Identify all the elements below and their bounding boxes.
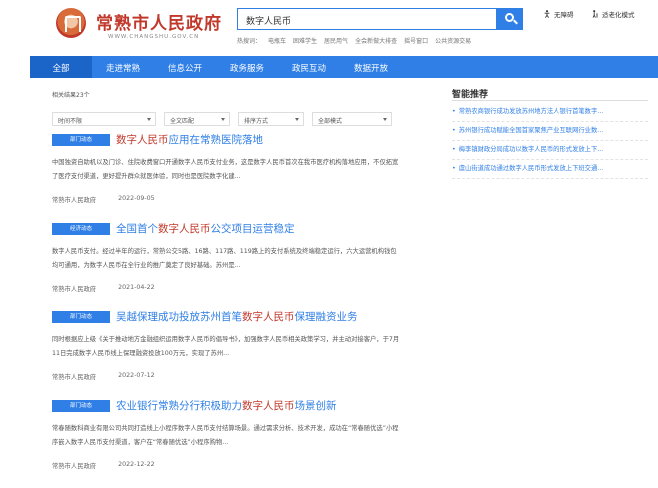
- chevron-down-icon: [295, 118, 299, 121]
- accessibility-label: 无障碍: [554, 11, 574, 19]
- result-meta: 常熟市人民政府 2022-09-05: [52, 195, 155, 204]
- result-meta: 常熟市人民政府 2021-04-22: [52, 284, 155, 293]
- chevron-down-icon: [147, 118, 151, 121]
- nav-item-gov-services[interactable]: 政务服务: [216, 56, 278, 78]
- accessibility-icon: [544, 10, 550, 18]
- nav-item-info-disclosure[interactable]: 信息公开: [154, 56, 216, 78]
- site-title[interactable]: 常熟市人民政府: [96, 9, 222, 34]
- recommend-item[interactable]: 梅李镇财政分局成功以数字人民币的形式发放上下...: [452, 144, 648, 160]
- nav-item-about[interactable]: 走进常熟: [92, 56, 154, 78]
- category-tag[interactable]: 部门动态: [52, 311, 110, 323]
- recommend-item[interactable]: 常熟农商银行成功发放苏州地方法人银行首笔数字...: [452, 106, 648, 122]
- result-meta: 常熟市人民政府 2022-12-22: [52, 461, 155, 470]
- result-summary: 同时根据应上级《关于推动地方金融组织运用数字人民币的倡导书》，加强数字人民币相关…: [52, 336, 400, 357]
- elder-mode-icon: [592, 10, 598, 18]
- result-title[interactable]: 吴越保理成功投放苏州首笔数字人民币保理融资业务: [116, 309, 358, 324]
- result-count: 相关结果23个: [52, 92, 90, 99]
- main-nav: 全部 走进常熟 信息公开 政务服务 政民互动 数据开放: [30, 56, 658, 78]
- result-meta: 常熟市人民政府 2022-07-12: [52, 372, 155, 381]
- result-source: 常熟市人民政府: [52, 463, 97, 470]
- accessibility-button[interactable]: 无障碍: [543, 9, 574, 19]
- elder-mode-button[interactable]: 适老化模式: [591, 9, 635, 19]
- sort-filter-select[interactable]: 排序方式: [238, 112, 304, 126]
- time-filter-select[interactable]: 时间不限: [52, 112, 156, 126]
- hot-search-label: 热搜词：: [237, 38, 262, 45]
- recommend-title: 智能推荐: [452, 90, 489, 100]
- recommend-item[interactable]: 虞山街道成功通过数字人民币形式发放上下班交通...: [452, 163, 648, 179]
- hot-word[interactable]: 电瓶车: [268, 36, 286, 45]
- result-summary: 数字人民币支付。经过半年的运行，常熟公交5路、16路、117路、119路上的支付…: [52, 248, 397, 269]
- hot-word[interactable]: 困难学生: [293, 36, 317, 45]
- nav-item-open-data[interactable]: 数据开放: [340, 56, 402, 78]
- result-source: 常熟市人民政府: [52, 197, 97, 204]
- search-input[interactable]: 数字人民币: [237, 8, 497, 30]
- result-date: 2022-07-12: [118, 372, 155, 379]
- result-summary: 中国独资自助机以及门诊、住院收费窗口开通数字人民币支付业务，这是数字人民币首次在…: [52, 159, 399, 180]
- result-source: 常熟市人民政府: [52, 374, 97, 381]
- hot-word[interactable]: 全会新做大排查: [355, 36, 397, 45]
- nav-item-interaction[interactable]: 政民互动: [278, 56, 340, 78]
- mode-filter-select[interactable]: 全部模式: [312, 112, 392, 126]
- result-title[interactable]: 农业银行常熟分行积极助力数字人民币场景创新: [116, 398, 337, 413]
- match-filter-select[interactable]: 全文匹配: [164, 112, 230, 126]
- category-tag[interactable]: 经济动态: [52, 223, 110, 235]
- hot-word[interactable]: 公共资源交易: [435, 36, 471, 45]
- site-header: 常熟市人民政府 WWW.CHANGSHU.GOV.CN 数字人民币 热搜词： 电…: [0, 0, 658, 56]
- nav-item-all[interactable]: 全部: [30, 56, 92, 78]
- elder-mode-label: 适老化模式: [602, 11, 635, 19]
- result-date: 2021-04-22: [118, 284, 155, 291]
- result-title[interactable]: 数字人民币应用在常熟医院落地: [116, 132, 263, 147]
- divider: [452, 100, 648, 101]
- site-url: WWW.CHANGSHU.GOV.CN: [108, 34, 200, 40]
- result-date: 2022-12-22: [118, 461, 155, 468]
- chevron-down-icon: [221, 118, 225, 121]
- hot-word[interactable]: 居民用气: [324, 36, 348, 45]
- category-tag[interactable]: 部门动态: [52, 134, 110, 146]
- result-source: 常熟市人民政府: [52, 286, 97, 293]
- result-summary: 常春随数科商业有限公司共同打造线上小程序数字人民币支付结算场景。通过需求分析、技…: [52, 425, 399, 446]
- result-date: 2022-09-05: [118, 195, 155, 202]
- chevron-down-icon: [383, 118, 387, 121]
- category-tag[interactable]: 部门动态: [52, 400, 110, 412]
- recommend-item[interactable]: 苏州银行成功赋能全国首家聚焦产业互联网行业数...: [452, 125, 648, 141]
- hot-word[interactable]: 摇号窗口: [404, 36, 428, 45]
- result-title[interactable]: 全国首个数字人民币公交项目运营稳定: [116, 221, 295, 236]
- hot-search-words: 热搜词： 电瓶车 困难学生 居民用气 全会新做大排查 摇号窗口 公共资源交易: [237, 36, 471, 45]
- government-emblem-icon[interactable]: [56, 8, 86, 38]
- search-button[interactable]: [497, 8, 523, 30]
